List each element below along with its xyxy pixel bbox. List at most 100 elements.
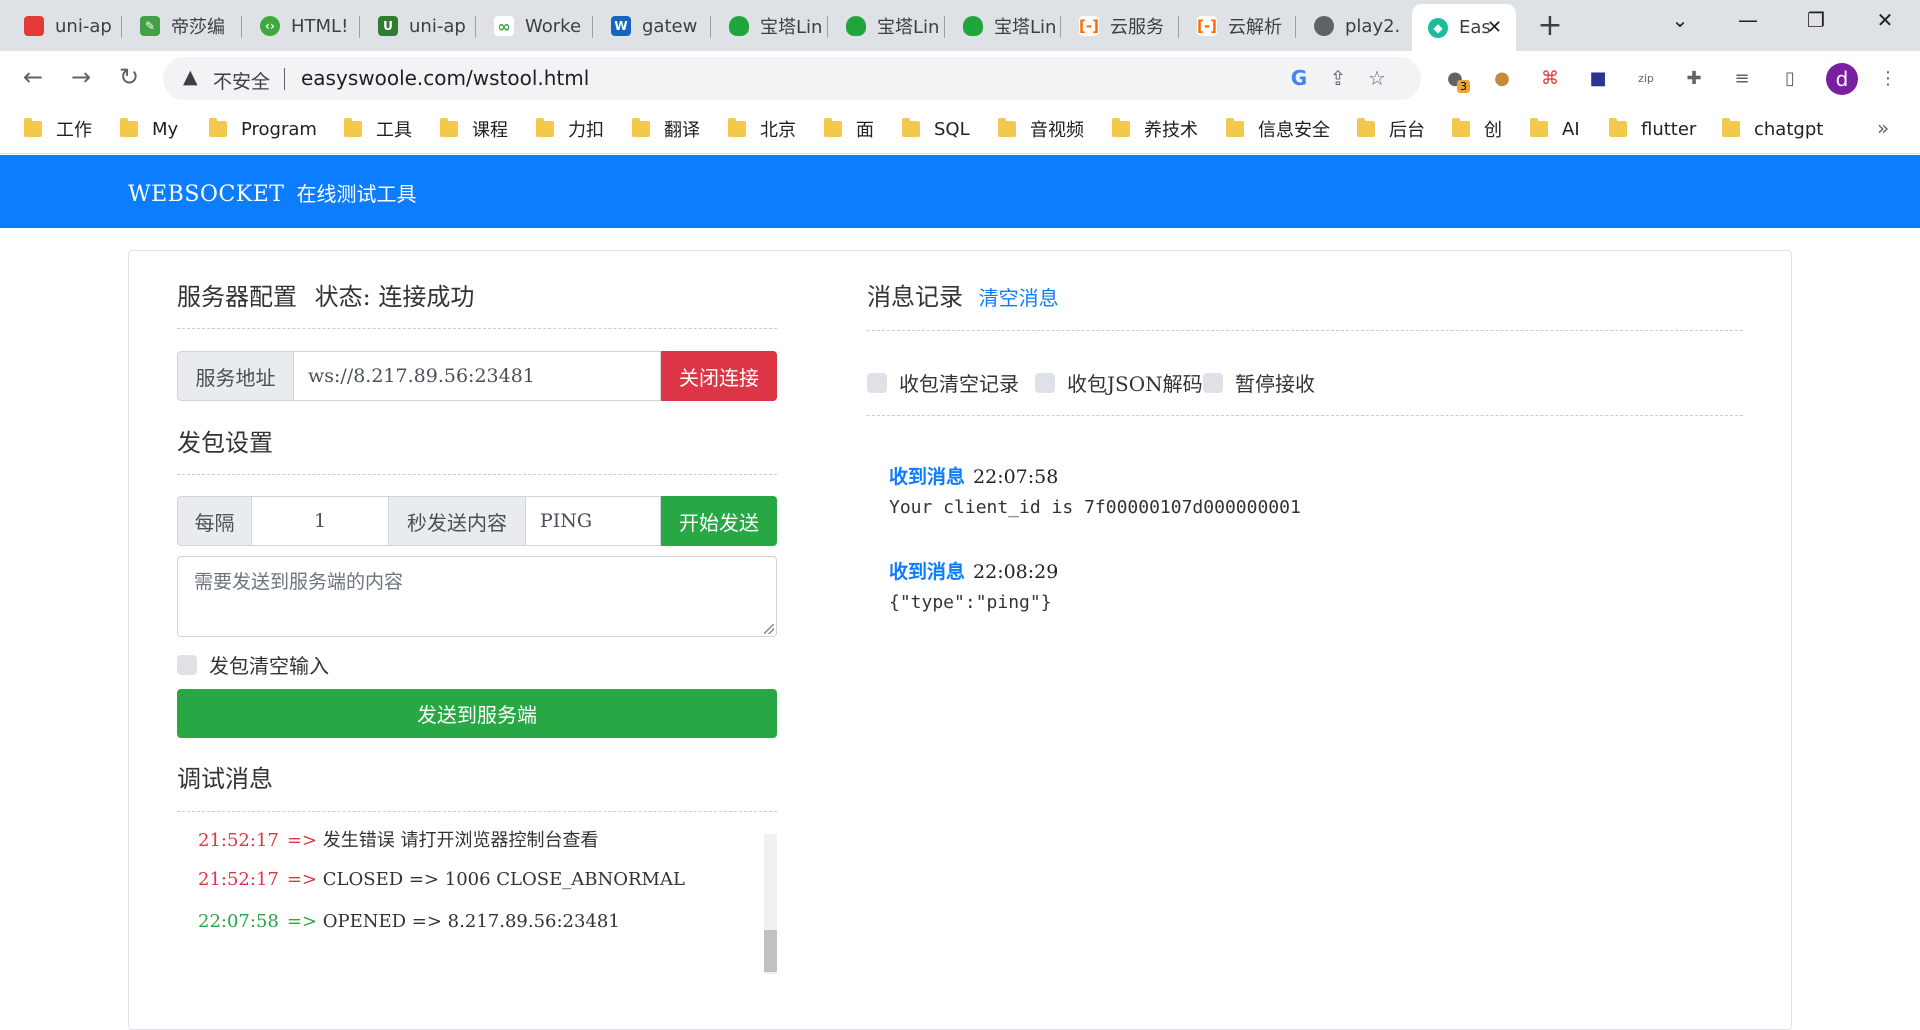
- pause-receive-checkbox[interactable]: 暂停接收: [1203, 368, 1315, 397]
- uniapp-green-icon: U: [378, 16, 398, 36]
- messages-title: 消息记录 清空消息: [867, 283, 1059, 311]
- restore-icon[interactable]: ❐: [1801, 8, 1831, 32]
- interval-input[interactable]: 1: [252, 496, 389, 546]
- tab-baota-3[interactable]: 宝塔Lin: [947, 6, 1061, 46]
- tab-gateway[interactable]: W gatew: [595, 6, 711, 46]
- html-icon: ‹›: [260, 16, 280, 36]
- debug-title: 调试消息: [177, 765, 273, 793]
- baota-icon: [729, 16, 749, 36]
- tab-uniapp-2[interactable]: U uni-ap: [362, 6, 476, 46]
- reading-list-icon[interactable]: ≡: [1730, 66, 1754, 90]
- bookmark-folder[interactable]: 音视频: [998, 116, 1084, 142]
- tab-aliyun-dns[interactable]: [-] 云解析: [1181, 6, 1296, 46]
- tab-tisha[interactable]: ✎ 帝莎编: [124, 6, 242, 46]
- tab-worker[interactable]: ∞ Worke: [478, 6, 593, 46]
- share-icon[interactable]: ⇪: [1324, 66, 1352, 90]
- tab-baota-2[interactable]: 宝塔Lin: [830, 6, 945, 46]
- sitemap-icon[interactable]: ⌘: [1538, 66, 1562, 90]
- easyswoole-icon: ◆: [1428, 17, 1448, 38]
- send-content-textarea[interactable]: 需要发送到服务端的内容: [177, 556, 777, 637]
- message-body: {"type":"ping"}: [889, 592, 1052, 613]
- url-text[interactable]: easyswoole.com/wstool.html: [301, 66, 589, 90]
- divider: [867, 415, 1743, 416]
- send-to-server-button[interactable]: 发送到服务端: [177, 689, 777, 738]
- warning-icon[interactable]: ▲: [183, 66, 198, 88]
- tab-html[interactable]: ‹› HTML!: [244, 6, 360, 46]
- clear-input-checkbox[interactable]: 发包清空输入: [177, 650, 329, 679]
- gitzip-icon[interactable]: zip: [1634, 66, 1658, 90]
- checkbox-icon[interactable]: [1035, 372, 1055, 393]
- close-connection-button[interactable]: 关闭连接: [661, 351, 777, 401]
- bookmark-folder[interactable]: 力扣: [536, 116, 604, 142]
- checkbox-icon[interactable]: [177, 654, 197, 675]
- forward-icon[interactable]: →: [66, 63, 96, 91]
- bookmark-folder[interactable]: Program: [209, 116, 317, 142]
- folder-icon: [1452, 118, 1470, 137]
- bookmark-folder[interactable]: My: [120, 116, 178, 142]
- cookie-icon[interactable]: ●: [1490, 66, 1514, 90]
- bookmark-folder[interactable]: 养技术: [1112, 116, 1198, 142]
- uniapp-red-icon: [24, 16, 44, 36]
- bookmark-star-icon[interactable]: ☆: [1363, 66, 1391, 90]
- close-tab-icon[interactable]: ✕: [1487, 17, 1502, 38]
- brand[interactable]: WEBSOCKET 在线测试工具: [128, 178, 416, 207]
- new-tab-icon[interactable]: +: [1535, 8, 1565, 43]
- scrollbar-thumb[interactable]: [764, 930, 777, 972]
- minimize-icon[interactable]: —: [1733, 8, 1763, 32]
- extensions-puzzle-icon[interactable]: ✚: [1682, 66, 1706, 90]
- bookmark-folder[interactable]: 工具: [344, 116, 412, 142]
- message-item: 收到消息 22:07:58 Your client_id is 7f0000010…: [889, 466, 1301, 518]
- folder-icon: [209, 118, 227, 137]
- baota-icon: [963, 16, 983, 36]
- back-icon[interactable]: ←: [18, 63, 48, 91]
- bookmark-folder[interactable]: 翻译: [632, 116, 700, 142]
- bookmark-folder[interactable]: 工作: [24, 116, 92, 142]
- omnibox[interactable]: ▲ 不安全 easyswoole.com/wstool.html G ⇪ ☆: [163, 57, 1421, 100]
- google-translate-icon[interactable]: G: [1285, 66, 1313, 90]
- recv-clear-checkbox[interactable]: 收包清空记录: [867, 368, 1019, 397]
- tab-aliyun-server[interactable]: [-] 云服务: [1063, 6, 1179, 46]
- checkbox-icon[interactable]: [1203, 372, 1223, 393]
- tab-uniapp-1[interactable]: uni-ap: [8, 6, 122, 46]
- folder-icon: [632, 118, 650, 137]
- tab-easyswoole-active[interactable]: ◆ Eas ✕: [1412, 4, 1516, 51]
- side-panel-icon[interactable]: ▯: [1778, 66, 1802, 90]
- bookmark-folder[interactable]: 创: [1452, 116, 1502, 142]
- bookmark-folder[interactable]: 面: [824, 116, 874, 142]
- tab-search-chevron-icon[interactable]: ⌄: [1665, 8, 1695, 32]
- bookmark-folder[interactable]: AI: [1530, 116, 1580, 142]
- security-label[interactable]: 不安全: [213, 67, 270, 94]
- more-bookmarks-icon[interactable]: »: [1877, 116, 1889, 140]
- clear-messages-link[interactable]: 清空消息: [979, 286, 1059, 310]
- recv-json-decode-checkbox[interactable]: 收包JSON解码: [1035, 368, 1203, 397]
- server-config-title: 服务器配置 状态: 连接成功: [177, 283, 475, 311]
- send-settings-title: 发包设置: [177, 429, 273, 457]
- notes-icon[interactable]: ■: [1586, 66, 1610, 90]
- log-line: 21:52:17 => CLOSED => 1006 CLOSE_ABNORMAL: [198, 869, 685, 890]
- bookmark-folder[interactable]: 北京: [728, 116, 796, 142]
- worker-icon: ∞: [494, 16, 514, 36]
- resize-handle-icon[interactable]: [764, 624, 774, 634]
- checkbox-icon[interactable]: [867, 372, 887, 393]
- bookmark-folder[interactable]: flutter: [1609, 116, 1696, 142]
- reload-icon[interactable]: ↻: [114, 63, 144, 91]
- close-window-icon[interactable]: ✕: [1870, 8, 1900, 32]
- avatar[interactable]: d: [1826, 63, 1858, 95]
- debug-log[interactable]: 21:52:17 => 发生错误 请打开浏览器控制台查看 21:52:17 => C…: [177, 828, 777, 973]
- bookmark-folder[interactable]: 课程: [440, 116, 508, 142]
- bookmark-folder[interactable]: chatgpt: [1722, 116, 1823, 142]
- tab-baota-1[interactable]: 宝塔Lin: [713, 6, 828, 46]
- bookmark-folder[interactable]: SQL: [902, 116, 970, 142]
- content-label: 秒发送内容: [389, 496, 526, 546]
- message-item: 收到消息 22:08:29 {"type":"ping"}: [889, 561, 1059, 613]
- tab-play2[interactable]: play2.: [1298, 6, 1412, 46]
- auto-content-input[interactable]: PING: [526, 496, 661, 546]
- menu-kebab-icon[interactable]: ⋮: [1876, 66, 1900, 90]
- connection-status: 状态: 连接成功: [314, 283, 475, 311]
- divider: [177, 474, 777, 475]
- server-address-input[interactable]: ws://8.217.89.56:23481: [294, 351, 661, 401]
- start-sending-button[interactable]: 开始发送: [661, 496, 777, 546]
- folder-icon: [998, 118, 1016, 137]
- bookmark-folder[interactable]: 信息安全: [1226, 116, 1330, 142]
- bookmark-folder[interactable]: 后台: [1357, 116, 1425, 142]
